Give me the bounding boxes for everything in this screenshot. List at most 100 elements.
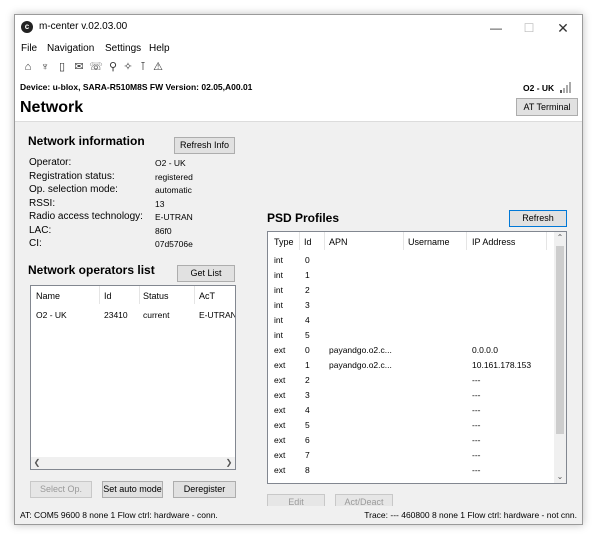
scroll-down-icon[interactable]: ⌄ xyxy=(554,471,566,483)
scrollbar-thumb[interactable] xyxy=(556,246,564,434)
column-header-name[interactable]: Name xyxy=(36,291,60,301)
id-cell: 0 xyxy=(305,255,310,265)
column-header-type[interactable]: Type xyxy=(274,237,294,247)
scroll-up-icon[interactable]: ⌃ xyxy=(554,232,566,244)
sim-card-icon[interactable]: ▯ xyxy=(55,59,69,75)
id-cell: 2 xyxy=(305,375,310,385)
ip-address-cell: --- xyxy=(472,450,481,460)
menu-help[interactable]: Help xyxy=(149,43,170,54)
app-window: c m-center v.02.03.00 — ☐ ✕ File Navigat… xyxy=(14,14,583,525)
window-title: m-center v.02.03.00 xyxy=(39,21,128,32)
operator-value: O2 - UK xyxy=(155,158,186,168)
at-port-status: AT: COM5 9600 8 none 1 Flow ctrl: hardwa… xyxy=(20,510,218,520)
type-cell: ext xyxy=(274,435,286,445)
close-button[interactable]: ✕ xyxy=(546,15,580,41)
signal-strength-icon xyxy=(560,81,574,93)
ip-address-cell: --- xyxy=(472,375,481,385)
id-cell: 1 xyxy=(305,360,310,370)
ip-address-cell: --- xyxy=(472,405,481,415)
title-bar: c m-center v.02.03.00 — ☐ ✕ xyxy=(15,15,582,41)
type-cell: ext xyxy=(274,420,286,430)
warning-icon[interactable]: ⚠ xyxy=(151,59,165,75)
ip-address-cell: 0.0.0.0 xyxy=(472,345,498,355)
op-selection-mode-label: Op. selection mode: xyxy=(29,184,118,195)
column-header-id[interactable]: Id xyxy=(104,291,112,301)
ci-value: 07d5706e xyxy=(155,239,193,249)
page-title: Network xyxy=(20,99,84,116)
psd-profiles-title: PSD Profiles xyxy=(267,211,340,225)
ip-address-cell: 10.161.178.153 xyxy=(472,360,532,370)
type-cell: ext xyxy=(274,345,286,355)
column-header-apn[interactable]: APN xyxy=(329,237,348,247)
type-cell: ext xyxy=(274,465,286,475)
at-terminal-button[interactable]: AT Terminal xyxy=(516,98,578,116)
operators-list[interactable]: Name Id Status AcT O2 - UK 23410 current… xyxy=(30,285,236,470)
gps-antenna-icon[interactable]: ⊺ xyxy=(136,59,150,75)
type-cell: int xyxy=(274,255,283,265)
set-auto-mode-button[interactable]: Set auto mode xyxy=(102,481,163,498)
id-cell: 6 xyxy=(305,435,310,445)
deregister-button[interactable]: Deregister xyxy=(173,481,236,498)
id-cell: 5 xyxy=(305,420,310,430)
minimize-button[interactable]: — xyxy=(479,15,513,41)
cell-tower-icon[interactable]: ♆ xyxy=(38,59,52,75)
type-cell: int xyxy=(274,330,283,340)
registration-status-label: Registration status: xyxy=(29,171,115,182)
status-bar: AT: COM5 9600 8 none 1 Flow ctrl: hardwa… xyxy=(15,506,582,524)
device-info: Device: u-blox, SARA-R510M8S FW Version:… xyxy=(20,82,253,92)
page-header: Network AT Terminal xyxy=(15,95,582,121)
column-header-id[interactable]: Id xyxy=(304,237,312,247)
registration-status-value: registered xyxy=(155,172,193,182)
select-op-button[interactable]: Select Op. xyxy=(30,481,92,498)
id-cell: 7 xyxy=(305,450,310,460)
scroll-right-icon[interactable]: ❯ xyxy=(223,457,235,469)
operators-horizontal-scrollbar[interactable]: ❮ ❯ xyxy=(31,457,235,469)
rssi-label: RSSI: xyxy=(29,198,56,209)
menu-navigation[interactable]: Navigation xyxy=(47,43,94,54)
ip-address-cell: --- xyxy=(472,465,481,475)
envelope-icon[interactable]: ✉ xyxy=(72,59,86,75)
id-cell: 0 xyxy=(305,345,310,355)
menu-settings[interactable]: Settings xyxy=(105,43,141,54)
trace-port-status: Trace: --- 460800 8 none 1 Flow ctrl: ha… xyxy=(364,510,577,520)
apn-cell: payandgo.o2.c... xyxy=(329,345,392,355)
psd-profiles-table[interactable]: Type Id APN Username IP Address int 0 in… xyxy=(267,231,567,484)
menu-bar: File Navigation Settings Help xyxy=(15,41,582,57)
psd-refresh-button[interactable]: Refresh xyxy=(509,210,567,227)
ip-address-cell: --- xyxy=(472,420,481,430)
column-header-status[interactable]: Status xyxy=(143,291,169,301)
toolbar: ⌂ ♆ ▯ ✉ ☏ ⚲ ✧ ⊺ ⚠ xyxy=(15,57,582,79)
operator-status-cell: current xyxy=(143,310,170,320)
id-cell: 3 xyxy=(305,300,310,310)
refresh-info-button[interactable]: Refresh Info xyxy=(174,137,235,154)
psd-vertical-scrollbar[interactable]: ⌃ ⌄ xyxy=(554,232,566,483)
operator-indicator: O2 - UK xyxy=(523,83,555,93)
type-cell: ext xyxy=(274,375,286,385)
satellite-icon[interactable]: ✧ xyxy=(121,59,135,75)
column-header-username[interactable]: Username xyxy=(408,237,450,247)
network-icon[interactable]: ⚲ xyxy=(106,59,120,75)
type-cell: int xyxy=(274,315,283,325)
type-cell: int xyxy=(274,285,283,295)
type-cell: int xyxy=(274,300,283,310)
get-list-button[interactable]: Get List xyxy=(177,265,235,282)
maximize-button[interactable]: ☐ xyxy=(512,15,546,41)
network-panel: Network information Refresh Info Operato… xyxy=(15,121,582,511)
id-cell: 2 xyxy=(305,285,310,295)
id-cell: 1 xyxy=(305,270,310,280)
column-header-act[interactable]: AcT xyxy=(199,291,215,301)
column-header-ip-address[interactable]: IP Address xyxy=(472,237,515,247)
ip-address-cell: --- xyxy=(472,435,481,445)
operator-name-cell: O2 - UK xyxy=(36,310,67,320)
menu-file[interactable]: File xyxy=(21,43,37,54)
operators-list-title: Network operators list xyxy=(28,263,155,277)
ci-label: CI: xyxy=(29,238,42,249)
lac-label: LAC: xyxy=(29,225,52,236)
scroll-left-icon[interactable]: ❮ xyxy=(31,457,43,469)
home-icon[interactable]: ⌂ xyxy=(21,59,35,75)
rssi-value: 13 xyxy=(155,199,165,209)
type-cell: ext xyxy=(274,450,286,460)
id-cell: 8 xyxy=(305,465,310,475)
phone-icon[interactable]: ☏ xyxy=(89,59,103,75)
type-cell: ext xyxy=(274,405,286,415)
